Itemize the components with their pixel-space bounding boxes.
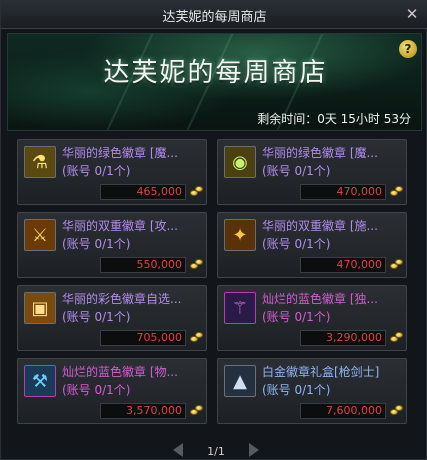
title-bar[interactable]: 达芙妮的每周商店 ✕ [1, 1, 427, 29]
page-indicator: 1/1 [207, 445, 225, 458]
item-price: 705,000 [100, 330, 186, 346]
window-title: 达芙妮的每周商店 [162, 10, 267, 25]
item-name: 华丽的双重徽章 [施... [262, 219, 378, 233]
dual-emblem-icon: ⚔ [24, 219, 56, 251]
blue-emblem-icon: ⚚ [224, 292, 256, 324]
next-page-arrow-icon[interactable] [249, 443, 259, 457]
platinum-emblem-box-icon: ▲ [224, 365, 256, 397]
shop-item[interactable]: ⚔ 华丽的双重徽章 [攻... (账号 0/1个) 550,000 [17, 212, 207, 278]
item-price: 3,570,000 [100, 403, 186, 419]
pagination: 1/1 [151, 439, 281, 459]
item-name: 华丽的双重徽章 [攻... [62, 219, 178, 233]
gold-coin-icon [390, 331, 404, 343]
help-icon[interactable]: ? [399, 40, 417, 58]
shop-item[interactable]: ⚗ 华丽的绿色徽章 [魔... (账号 0/1个) 465,000 [17, 139, 207, 205]
item-limit: (账号 0/1个) [262, 383, 331, 397]
item-name: 白金徽章礼盒[枪剑士] [262, 365, 380, 379]
gold-coin-icon [390, 258, 404, 270]
gold-coin-icon [390, 404, 404, 416]
gold-coin-icon [190, 404, 204, 416]
item-price: 470,000 [300, 257, 386, 273]
remaining-time: 剩余时间：0天 15小时 53分 [257, 112, 411, 126]
blue-emblem-icon: ⚒ [24, 365, 56, 397]
item-limit: (账号 0/1个) [262, 164, 331, 178]
gold-coin-icon [190, 258, 204, 270]
green-emblem-icon: ◉ [224, 146, 256, 178]
gold-coin-icon [190, 331, 204, 343]
shop-item[interactable]: ▣ 华丽的彩色徽章自选... (账号 0/1个) 705,000 [17, 285, 207, 351]
shop-item[interactable]: ⚚ 灿烂的蓝色徽章 [独... (账号 0/1个) 3,290,000 [217, 285, 407, 351]
item-limit: (账号 0/1个) [62, 164, 131, 178]
close-icon[interactable]: ✕ [404, 5, 420, 23]
shop-item[interactable]: ▲ 白金徽章礼盒[枪剑士] (账号 0/1个) 7,600,000 [217, 358, 407, 424]
item-price: 7,600,000 [300, 403, 386, 419]
item-name: 华丽的绿色徽章 [魔... [62, 146, 178, 160]
shop-item[interactable]: ◉ 华丽的绿色徽章 [魔... (账号 0/1个) 470,000 [217, 139, 407, 205]
dual-emblem-icon: ✦ [224, 219, 256, 251]
gold-coin-icon [390, 185, 404, 197]
shop-item[interactable]: ⚒ 灿烂的蓝色徽章 [物... (账号 0/1个) 3,570,000 [17, 358, 207, 424]
shop-item[interactable]: ✦ 华丽的双重徽章 [施... (账号 0/1个) 470,000 [217, 212, 407, 278]
item-price: 470,000 [300, 184, 386, 200]
shop-title: 达芙妮的每周商店 [103, 58, 328, 88]
item-name: 华丽的彩色徽章自选... [62, 292, 182, 306]
item-name: 灿烂的蓝色徽章 [独... [262, 292, 378, 306]
item-limit: (账号 0/1个) [262, 237, 331, 251]
gold-coin-icon [190, 185, 204, 197]
item-name: 灿烂的蓝色徽章 [物... [62, 365, 178, 379]
item-name: 华丽的绿色徽章 [魔... [262, 146, 378, 160]
weekly-shop-window: 达芙妮的每周商店 ✕ 达芙妮的每周商店 ? 剩余时间：0天 15小时 53分 ⚗… [0, 0, 427, 460]
item-limit: (账号 0/1个) [262, 310, 331, 324]
item-limit: (账号 0/1个) [62, 310, 131, 324]
color-emblem-box-icon: ▣ [24, 292, 56, 324]
item-price: 465,000 [100, 184, 186, 200]
item-price: 550,000 [100, 257, 186, 273]
green-emblem-icon: ⚗ [24, 146, 56, 178]
item-limit: (账号 0/1个) [62, 383, 131, 397]
item-limit: (账号 0/1个) [62, 237, 131, 251]
item-price: 3,290,000 [300, 330, 386, 346]
shop-banner: 达芙妮的每周商店 ? 剩余时间：0天 15小时 53分 [7, 33, 422, 131]
